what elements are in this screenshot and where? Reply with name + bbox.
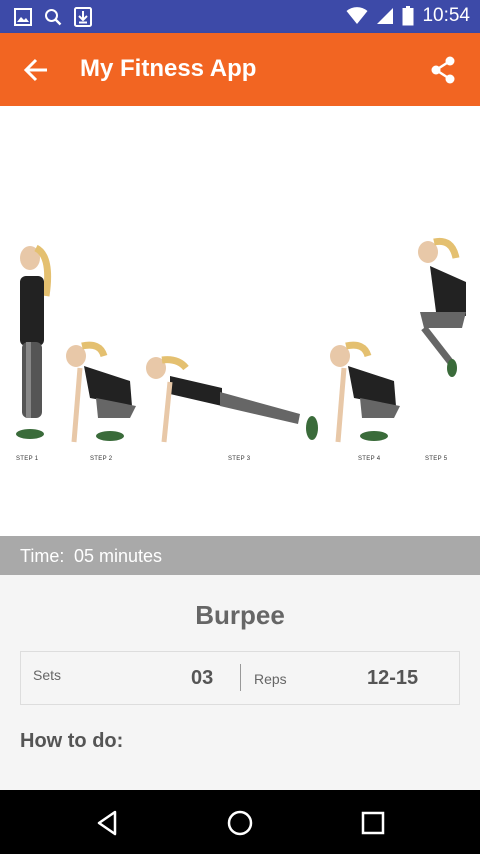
notification-icons — [14, 7, 92, 27]
figure-step-5 — [418, 237, 466, 377]
time-bar: Time: 05 minutes — [0, 536, 480, 575]
reps-value: 12-15 — [367, 667, 419, 689]
app-title: My Fitness App — [80, 55, 257, 82]
image-notification-icon — [14, 8, 32, 26]
step-label-2: STEP 2 — [90, 456, 113, 462]
exercise-details: Burpee Sets 03 Reps 12-15 How to do: — [0, 575, 480, 790]
cell-signal-icon — [377, 8, 394, 24]
how-to-heading: How to do: — [20, 730, 124, 752]
exercise-name: Burpee — [195, 600, 285, 630]
step-label-3: STEP 3 — [228, 456, 251, 462]
recents-square-icon[interactable] — [358, 808, 388, 838]
step-label-5: STEP 5 — [425, 456, 448, 462]
exercise-illustration: STEP 1 STEP 2 STEP 3 STEP 4 STEP 5 — [0, 106, 480, 536]
share-icon[interactable] — [428, 55, 458, 85]
figure-step-2 — [66, 341, 136, 443]
figure-step-1 — [16, 244, 52, 439]
navigation-bar — [0, 790, 480, 854]
burpee-steps-image — [16, 237, 466, 443]
reps-label: Reps — [254, 671, 287, 687]
app-bar: My Fitness App — [0, 33, 480, 106]
wifi-icon — [346, 7, 368, 24]
step-label-4: STEP 4 — [358, 456, 381, 462]
system-icons: 10:54 — [346, 5, 470, 27]
search-notification-icon — [45, 9, 62, 26]
back-triangle-icon[interactable] — [93, 808, 123, 838]
time-label: Time: — [20, 546, 65, 566]
figure-step-4 — [330, 341, 400, 443]
figure-step-3 — [146, 356, 318, 443]
time-value: 05 minutes — [74, 546, 163, 566]
battery-icon — [402, 6, 414, 26]
sets-label: Sets — [33, 667, 62, 683]
divider — [240, 664, 241, 691]
sets-value: 03 — [191, 667, 214, 689]
arrow-back-icon[interactable] — [22, 55, 52, 85]
status-bar: 10:54 — [0, 0, 480, 33]
home-circle-icon[interactable] — [225, 808, 255, 838]
download-notification-icon — [74, 7, 92, 27]
step-label-1: STEP 1 — [16, 456, 39, 462]
sets-reps-box: Sets 03 Reps 12-15 — [20, 651, 460, 705]
clock: 10:54 — [422, 5, 470, 26]
